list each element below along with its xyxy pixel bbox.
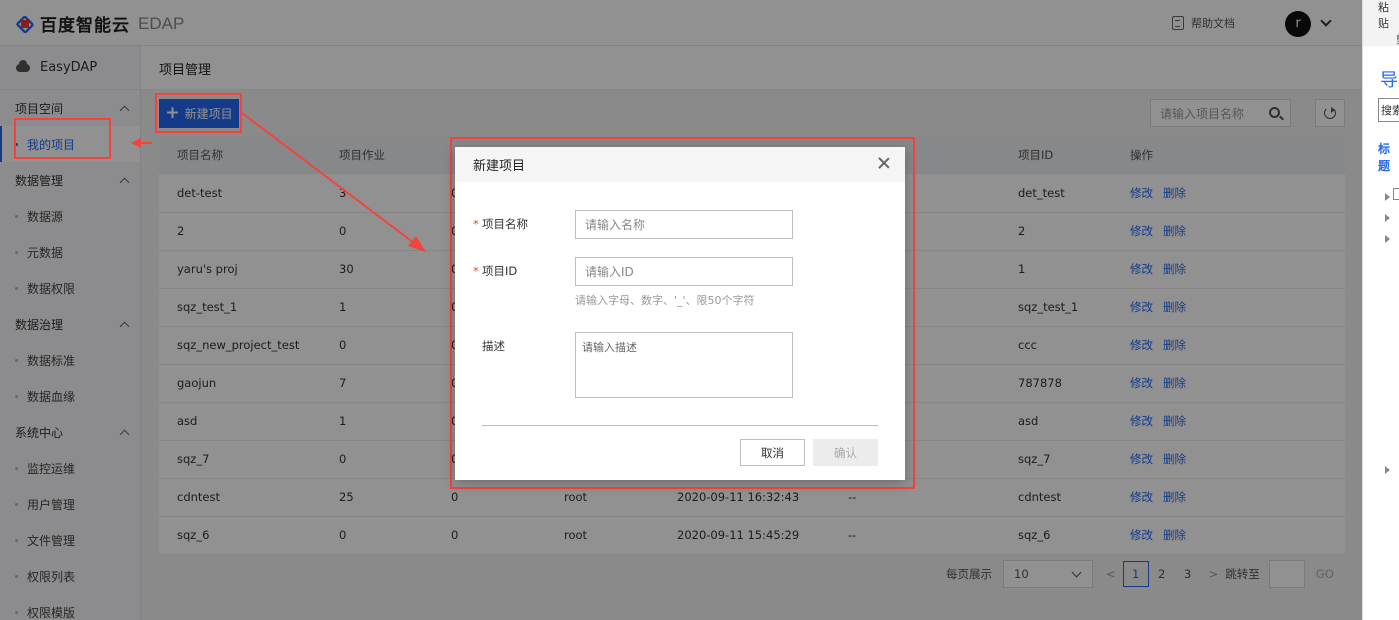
project-name-input[interactable]: 请输入名称	[575, 210, 793, 239]
project-id-input[interactable]: 请输入ID	[575, 257, 793, 286]
description-row: 描述 请输入描述	[473, 332, 793, 398]
project-id-label: 项目ID	[482, 264, 518, 278]
expand-triangle-icon[interactable]	[1385, 214, 1390, 222]
cancel-button[interactable]: 取消	[740, 439, 805, 466]
side-panel: 粘贴 剪 导 搜索 标题	[1362, 0, 1399, 620]
nav-checkbox[interactable]	[1393, 188, 1399, 200]
description-label: 描述	[482, 339, 505, 353]
project-name-label: 项目名称	[482, 217, 528, 231]
expand-triangle-icon[interactable]	[1385, 466, 1390, 474]
dialog-divider	[482, 425, 878, 426]
expand-triangle-icon[interactable]	[1385, 193, 1390, 201]
annotation-box-my-projects	[14, 118, 111, 159]
paste-label[interactable]: 粘贴	[1378, 0, 1399, 32]
navigation-title: 导	[1380, 70, 1398, 91]
confirm-button[interactable]: 确认	[813, 439, 878, 466]
new-project-dialog: 新建项目 * 项目名称 请输入名称 * 项目ID 请输入ID 请输入字母、数字、'_…	[455, 147, 905, 480]
description-textarea[interactable]: 请输入描述	[575, 332, 793, 398]
side-panel-toolbar: 粘贴 剪	[1363, 0, 1399, 46]
close-icon[interactable]	[878, 157, 890, 169]
project-id-row: * 项目ID 请输入ID	[473, 257, 793, 286]
navigation-search-input[interactable]: 搜索	[1378, 98, 1399, 122]
headings-tab[interactable]: 标题	[1378, 140, 1399, 174]
project-name-row: * 项目名称 请输入名称	[473, 210, 793, 239]
expand-triangle-icon[interactable]	[1385, 235, 1390, 243]
annotation-box-new-button	[155, 93, 242, 133]
dialog-title: 新建项目	[455, 147, 905, 182]
project-id-hint: 请输入字母、数字、'_'、限50个字符	[575, 294, 755, 307]
